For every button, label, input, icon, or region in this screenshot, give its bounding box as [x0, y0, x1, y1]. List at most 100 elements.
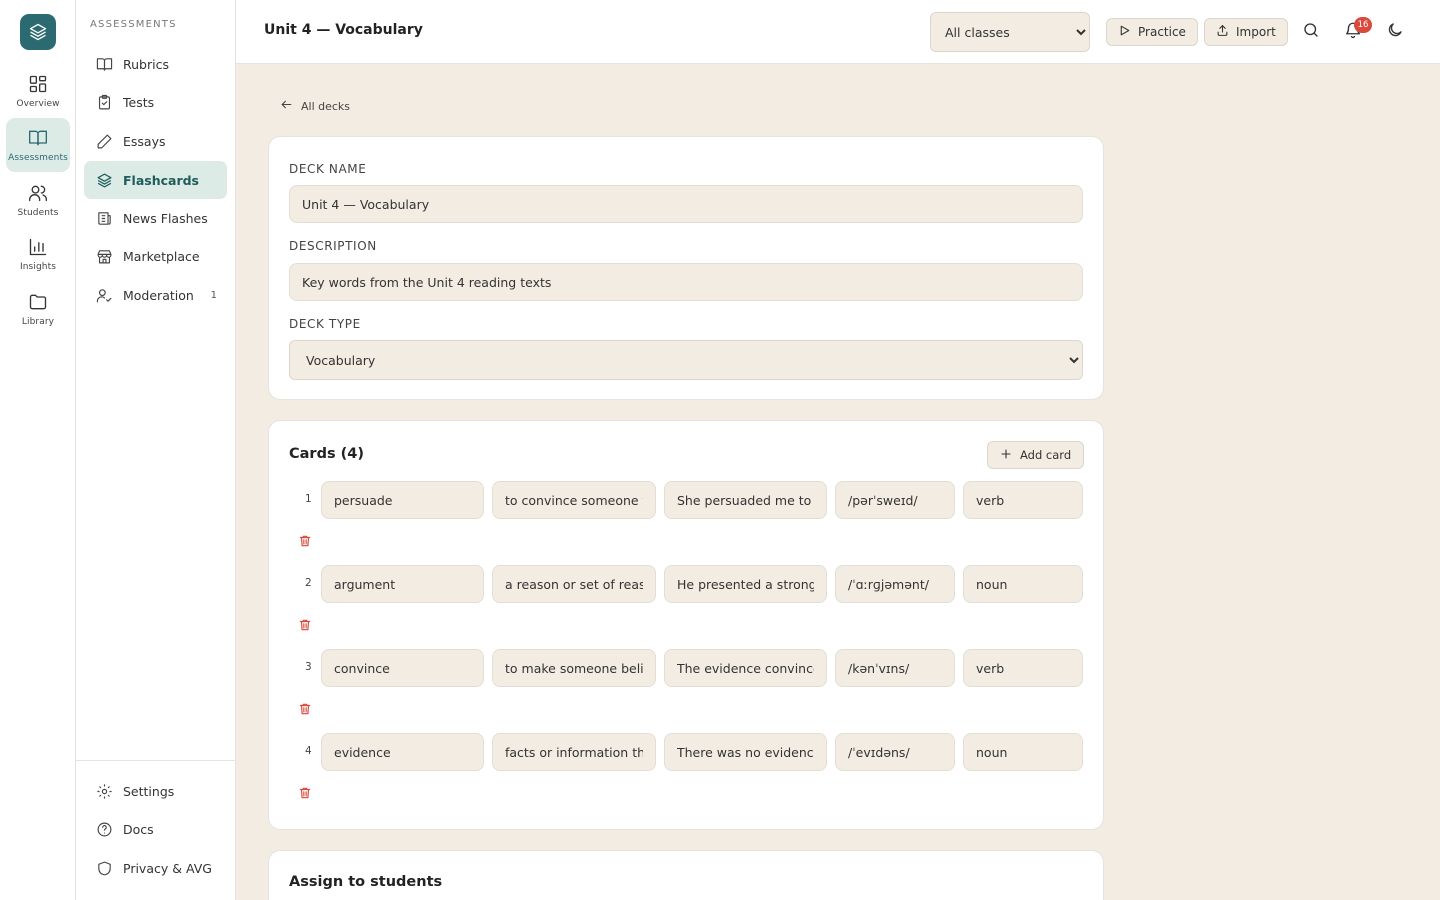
rail-item-label: Insights — [20, 262, 56, 272]
book-open-icon — [95, 55, 113, 73]
sidebar-divider — [76, 760, 235, 761]
sidebar-item-label: News Flashes — [123, 210, 208, 226]
deck-type-label: DECK TYPE — [289, 317, 361, 331]
flashcard-row: 4 — [289, 733, 1083, 817]
bar-chart-icon — [27, 236, 49, 258]
upload-icon — [1216, 24, 1229, 40]
term-input[interactable] — [321, 565, 484, 603]
icon-rail: Overview Assessments Students Insights L… — [0, 0, 76, 900]
deck-settings-card: DECK NAME DESCRIPTION DECK TYPE Vocabula… — [268, 136, 1104, 400]
top-bar: Unit 4 — Vocabulary All classes Practice… — [236, 0, 1440, 64]
part-of-speech-input[interactable] — [963, 733, 1083, 771]
sidebar-item-marketplace[interactable]: Marketplace — [84, 237, 227, 275]
import-button[interactable]: Import — [1204, 18, 1288, 46]
part-of-speech-input[interactable] — [963, 565, 1083, 603]
example-input[interactable] — [664, 481, 827, 519]
shield-icon — [95, 859, 113, 877]
example-input[interactable] — [664, 649, 827, 687]
theme-toggle-button[interactable] — [1383, 20, 1407, 44]
row-number: 4 — [305, 745, 312, 757]
definition-input[interactable] — [492, 649, 656, 687]
rail-item-students[interactable]: Students — [6, 173, 70, 227]
rail-item-library[interactable]: Library — [6, 282, 70, 336]
delete-card-button[interactable] — [297, 785, 313, 801]
sidebar-item-essays[interactable]: Essays — [84, 122, 227, 160]
grid-icon — [27, 73, 49, 95]
sidebar-item-label: Rubrics — [123, 56, 169, 72]
rail-item-label: Students — [17, 208, 59, 218]
back-link-label: All decks — [301, 99, 351, 113]
trash-icon — [299, 787, 311, 799]
deck-name-input[interactable] — [289, 185, 1083, 223]
sidebar-item-privacy[interactable]: Privacy & AVG — [84, 849, 227, 887]
part-of-speech-input[interactable] — [963, 649, 1083, 687]
rail-item-label: Overview — [16, 99, 60, 109]
newspaper-icon — [95, 209, 113, 227]
users-icon — [27, 182, 49, 204]
sidebar-heading: ASSESSMENTS — [90, 19, 177, 30]
delete-card-button[interactable] — [297, 617, 313, 633]
user-check-icon — [95, 286, 113, 304]
app-logo[interactable] — [20, 14, 56, 50]
delete-card-button[interactable] — [297, 533, 313, 549]
practice-button[interactable]: Practice — [1106, 18, 1198, 46]
sidebar-item-docs[interactable]: Docs — [84, 810, 227, 848]
flashcard-row: 3 — [289, 649, 1083, 733]
rail-item-label: Library — [21, 317, 55, 327]
trash-icon — [299, 703, 311, 715]
description-label: DESCRIPTION — [289, 239, 377, 253]
pen-icon — [95, 132, 113, 150]
term-input[interactable] — [321, 481, 484, 519]
rail-item-assessments[interactable]: Assessments — [6, 118, 70, 172]
row-number: 3 — [305, 661, 312, 673]
section-sidebar: ASSESSMENTS Rubrics Tests Essays Flashca… — [76, 0, 236, 900]
part-of-speech-input[interactable] — [963, 481, 1083, 519]
flashcard-row: 1 — [289, 481, 1083, 565]
description-input[interactable] — [289, 263, 1083, 301]
example-input[interactable] — [664, 733, 827, 771]
sidebar-item-news-flashes[interactable]: News Flashes — [84, 199, 227, 237]
sidebar-item-rubrics[interactable]: Rubrics — [84, 45, 227, 83]
delete-card-button[interactable] — [297, 701, 313, 717]
page-title: Unit 4 — Vocabulary — [264, 22, 423, 38]
book-icon — [27, 127, 49, 149]
row-number: 2 — [305, 577, 312, 589]
back-to-decks-link[interactable]: All decks — [280, 98, 350, 114]
rail-item-insights[interactable]: Insights — [6, 227, 70, 281]
sidebar-item-label: Tests — [123, 94, 155, 110]
pronunciation-input[interactable] — [835, 481, 955, 519]
deck-name-label: DECK NAME — [289, 162, 367, 176]
pronunciation-input[interactable] — [835, 565, 955, 603]
sidebar-item-tests[interactable]: Tests — [84, 83, 227, 121]
sidebar-item-flashcards[interactable]: Flashcards — [84, 161, 227, 199]
notifications-button[interactable]: 16 — [1341, 17, 1372, 44]
pronunciation-input[interactable] — [835, 649, 955, 687]
sidebar-item-label: Docs — [123, 821, 154, 837]
search-button[interactable] — [1299, 20, 1323, 44]
add-card-button[interactable]: Add card — [987, 441, 1085, 469]
rail-item-overview[interactable]: Overview — [6, 64, 70, 118]
clipboard-check-icon — [95, 93, 113, 111]
help-circle-icon — [95, 820, 113, 838]
sidebar-item-label: Privacy & AVG — [123, 860, 212, 876]
class-filter-select[interactable]: All classes — [930, 12, 1090, 52]
sidebar-item-settings[interactable]: Settings — [84, 772, 227, 810]
term-input[interactable] — [321, 733, 484, 771]
definition-input[interactable] — [492, 481, 656, 519]
example-input[interactable] — [664, 565, 827, 603]
deck-type-select[interactable]: Vocabulary — [289, 340, 1083, 380]
definition-input[interactable] — [492, 565, 656, 603]
notification-count-badge: 16 — [1354, 17, 1372, 33]
definition-input[interactable] — [492, 733, 656, 771]
row-number: 1 — [305, 493, 312, 505]
cards-section: Cards (4) Add card 1 2 3 4 — [268, 420, 1104, 830]
pronunciation-input[interactable] — [835, 733, 955, 771]
term-input[interactable] — [321, 649, 484, 687]
sidebar-item-moderation[interactable]: Moderation 1 — [84, 276, 227, 314]
layers-logo-icon — [29, 23, 47, 41]
practice-label: Practice — [1138, 25, 1186, 39]
flashcard-row: 2 — [289, 565, 1083, 649]
layers-icon — [95, 171, 113, 189]
sidebar-item-label: Essays — [123, 133, 166, 149]
play-icon — [1118, 24, 1131, 40]
